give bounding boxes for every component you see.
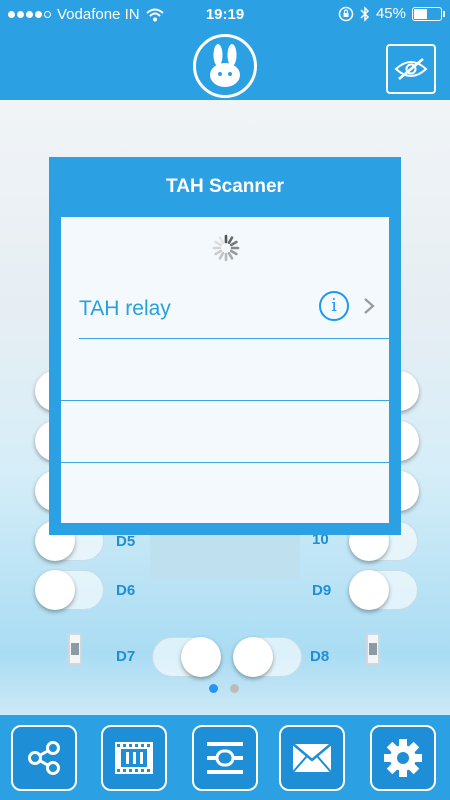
device-row-tah-relay[interactable]: TAH relay i [79,277,389,339]
bluetooth-icon [360,5,370,22]
mail-button[interactable] [279,725,345,791]
pin-label-d8: D8 [310,648,330,665]
visibility-toggle-button[interactable] [386,44,436,94]
pin-label-d9: D9 [312,582,332,599]
gear-icon [384,739,422,777]
eye-slash-icon [394,58,428,80]
info-icon[interactable]: i [319,291,349,321]
battery-icon [412,6,445,21]
led-right-icon [366,633,380,665]
sliders-icon [207,742,243,774]
film-button[interactable] [101,725,167,791]
pin-toggle-d9[interactable] [349,570,418,610]
empty-list-row [61,339,389,401]
scanner-dialog: TAH Scanner TAH relay i [49,157,401,535]
loading-spinner-icon [212,234,240,262]
status-bar: Vodafone IN 19:19 45% [0,0,450,28]
pin-label-d7: D7 [116,648,136,665]
empty-list-row [61,401,389,463]
mail-icon [292,743,332,773]
settings-button[interactable] [370,725,436,791]
led-left-icon [68,633,82,665]
share-button[interactable] [11,725,77,791]
app-header: Vodafone IN 19:19 45% [0,0,450,100]
page-indicator[interactable] [209,684,239,693]
device-name: TAH relay [79,297,171,320]
dialog-title: TAH Scanner [166,176,284,197]
rotation-lock-icon [338,6,354,21]
device-list: TAH relay i [61,217,389,523]
share-icon [28,741,60,775]
pin-toggle-d8[interactable] [233,637,302,677]
film-icon [115,742,153,774]
page-dot-2[interactable] [230,684,239,693]
pin-label-d5: D5 [116,533,136,550]
page-dot-1[interactable] [209,684,218,693]
bottom-toolbar [0,715,450,800]
pin-toggle-d6[interactable] [35,570,104,610]
pin-toggle-d7[interactable] [152,637,221,677]
settings-sliders-button[interactable] [192,725,258,791]
battery-percent: 45% [375,5,406,22]
chevron-right-icon [364,298,375,314]
bunny-logo-icon[interactable] [193,34,257,98]
pin-label-d6: D6 [116,582,136,599]
